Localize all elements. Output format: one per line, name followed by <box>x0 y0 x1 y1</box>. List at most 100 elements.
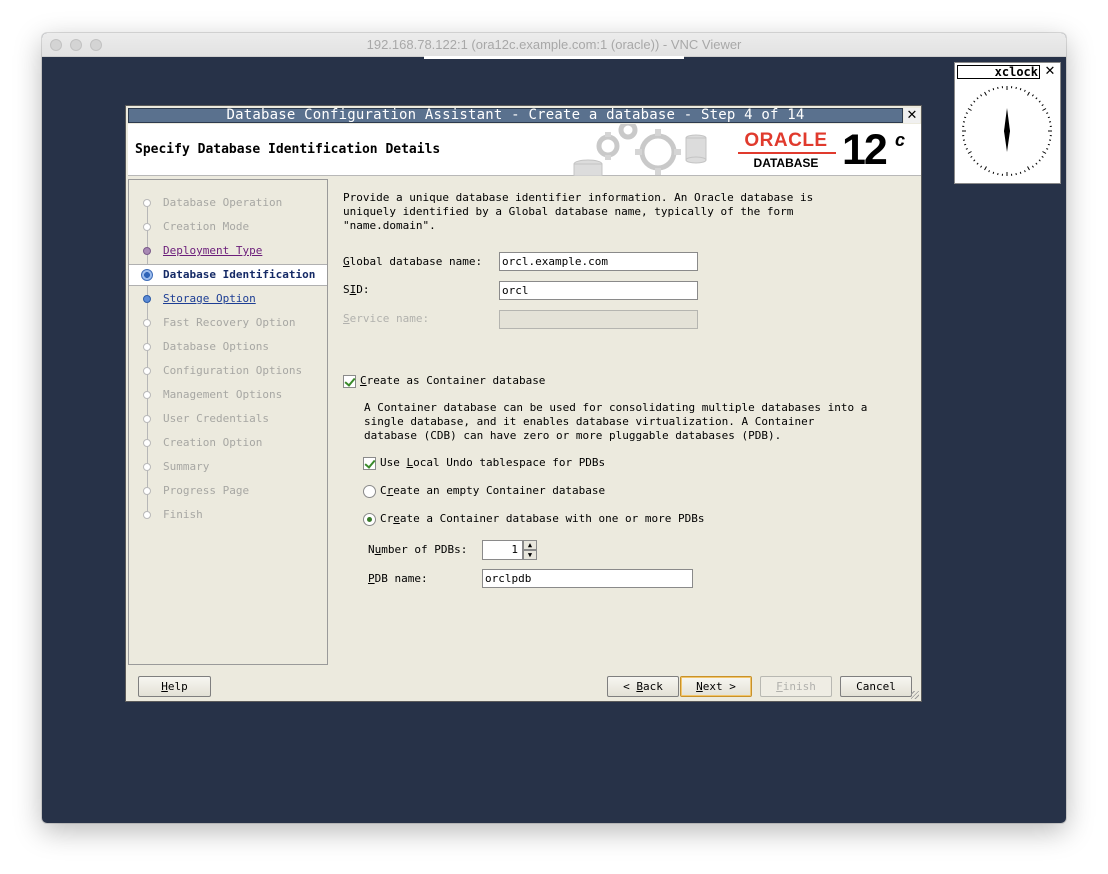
cancel-button[interactable]: Cancel <box>840 676 912 697</box>
analog-clock-face-icon <box>962 86 1052 176</box>
next-button[interactable]: Next > <box>680 676 752 697</box>
create-container-checkbox[interactable] <box>343 375 356 388</box>
clock-tick <box>1035 97 1038 100</box>
clock-tick <box>962 121 966 123</box>
pdb-name-input[interactable]: orclpdb <box>482 569 693 588</box>
step-indicator-icon <box>143 247 151 255</box>
step-indicator-icon <box>143 319 151 327</box>
clock-tick <box>973 100 976 103</box>
clock-tick <box>1038 100 1041 103</box>
num-pdbs-spinner[interactable]: 1 ▲ ▼ <box>482 540 538 560</box>
clock-tick <box>1019 88 1022 91</box>
help-button[interactable]: Help <box>138 676 211 697</box>
global-db-name-label: Global database name: <box>343 255 483 268</box>
service-name-input[interactable] <box>499 310 698 329</box>
spinner-down-icon[interactable]: ▼ <box>523 550 537 560</box>
nav-item-label: Database Options <box>163 340 269 353</box>
clock-tick <box>1048 139 1052 141</box>
clock-tick <box>1015 172 1017 176</box>
step-indicator-icon <box>143 487 151 495</box>
clock-tick <box>1046 112 1049 114</box>
oracle-brand-text: ORACLE <box>744 130 828 151</box>
nav-item-label: User Credentials <box>163 412 269 425</box>
version-number: 12 <box>842 126 888 174</box>
page-title: Specify Database Identification Details <box>135 142 441 157</box>
oracle-database-logo: ORACLE DATABASE <box>734 130 838 170</box>
dbca-dialog: Database Configuration Assistant - Creat… <box>125 105 922 702</box>
step-indicator-icon <box>143 199 151 207</box>
sid-label: SID: <box>343 283 370 296</box>
clock-tick <box>973 159 976 162</box>
spinner-up-icon[interactable]: ▲ <box>523 540 537 550</box>
clock-tick <box>967 151 972 154</box>
nav-item-database-identification[interactable]: Database Identification <box>129 264 327 286</box>
nav-item-label: Database Operation <box>163 196 283 209</box>
nav-item-label: Management Options <box>163 388 283 401</box>
main-content: Provide a unique database identifier inf… <box>329 179 921 665</box>
nav-item-deployment-type[interactable]: Deployment Type <box>129 240 327 262</box>
clock-tick <box>988 89 990 92</box>
local-undo-checkbox[interactable] <box>363 457 376 470</box>
create-cdb-with-pdbs-label[interactable]: Create a Container database with one or … <box>380 512 705 525</box>
resize-grip-icon[interactable] <box>911 691 919 699</box>
num-pdbs-label: Number of PDBs: <box>368 543 468 556</box>
create-empty-cdb-label[interactable]: Create an empty Container database <box>380 484 605 497</box>
clock-tick <box>1015 86 1017 90</box>
clock-tick <box>997 172 999 176</box>
step-indicator-icon <box>143 295 151 303</box>
clock-tick <box>1041 155 1044 158</box>
clock-tick <box>965 148 968 150</box>
oracle-product-text: DATABASE <box>753 156 819 170</box>
nav-item-label: Configuration Options <box>163 364 303 377</box>
nav-item-management-options: Management Options <box>129 384 327 406</box>
remote-taskbar-strip <box>424 56 684 59</box>
clock-tick <box>1042 108 1047 111</box>
xclock-window: xclock ✕ <box>954 62 1061 184</box>
clock-tick <box>992 88 995 91</box>
xclock-title-bar[interactable]: xclock <box>957 65 1040 79</box>
sid-input[interactable]: orcl <box>499 281 698 300</box>
container-description: A Container database can be used for con… <box>364 401 868 442</box>
oracle-logo-rule <box>738 152 836 154</box>
clock-tick <box>1047 143 1050 146</box>
finish-button[interactable]: Finish <box>760 676 832 697</box>
pdb-name-label: PDB name: <box>368 572 428 585</box>
xclock-close-icon[interactable]: ✕ <box>1042 65 1058 79</box>
nav-item-label: Creation Mode <box>163 220 250 233</box>
nav-item-label: Finish <box>163 508 203 521</box>
vnc-viewer-window: 192.168.78.122:1 (ora12c.example.com:1 (… <box>42 33 1066 823</box>
vnc-window-title: 192.168.78.122:1 (ora12c.example.com:1 (… <box>366 37 742 52</box>
clock-tick <box>1024 89 1026 92</box>
nav-item-storage-option[interactable]: Storage Option <box>129 288 327 310</box>
clock-tick <box>1027 166 1030 171</box>
dialog-close-icon[interactable]: ✕ <box>904 108 920 123</box>
nav-item-user-credentials: User Credentials <box>129 408 327 430</box>
step-indicator-icon <box>143 343 151 351</box>
back-button[interactable]: < Back <box>607 676 679 697</box>
local-undo-label[interactable]: Use Local Undo tablespace for PDBs <box>380 456 605 469</box>
create-cdb-with-pdbs-radio[interactable] <box>363 513 376 526</box>
step-indicator-icon <box>143 391 151 399</box>
clock-tick <box>964 116 967 119</box>
gears-banner-icon <box>573 124 707 176</box>
clock-tick <box>1024 170 1026 173</box>
step-indicator-icon <box>143 367 151 375</box>
global-db-name-input[interactable]: orcl.example.com <box>499 252 698 271</box>
nav-item-label: Progress Page <box>163 484 250 497</box>
clock-tick <box>1048 121 1052 123</box>
step-indicator-icon <box>143 415 151 423</box>
clock-tick <box>1047 116 1050 119</box>
create-container-label[interactable]: Create as Container database <box>360 374 545 387</box>
clock-tick <box>980 165 983 168</box>
num-pdbs-value[interactable]: 1 <box>482 540 523 560</box>
clock-tick <box>965 112 968 114</box>
version-suffix: c <box>895 130 906 150</box>
nav-item-label: Deployment Type <box>163 244 263 257</box>
vnc-titlebar[interactable]: 192.168.78.122:1 (ora12c.example.com:1 (… <box>42 33 1066 57</box>
nav-item-database-operation: Database Operation <box>129 192 327 214</box>
create-empty-cdb-radio[interactable] <box>363 485 376 498</box>
nav-item-progress-page: Progress Page <box>129 480 327 502</box>
dialog-title-bar[interactable]: Database Configuration Assistant - Creat… <box>128 108 903 123</box>
clock-tick <box>964 143 967 146</box>
clock-tick <box>984 166 987 171</box>
